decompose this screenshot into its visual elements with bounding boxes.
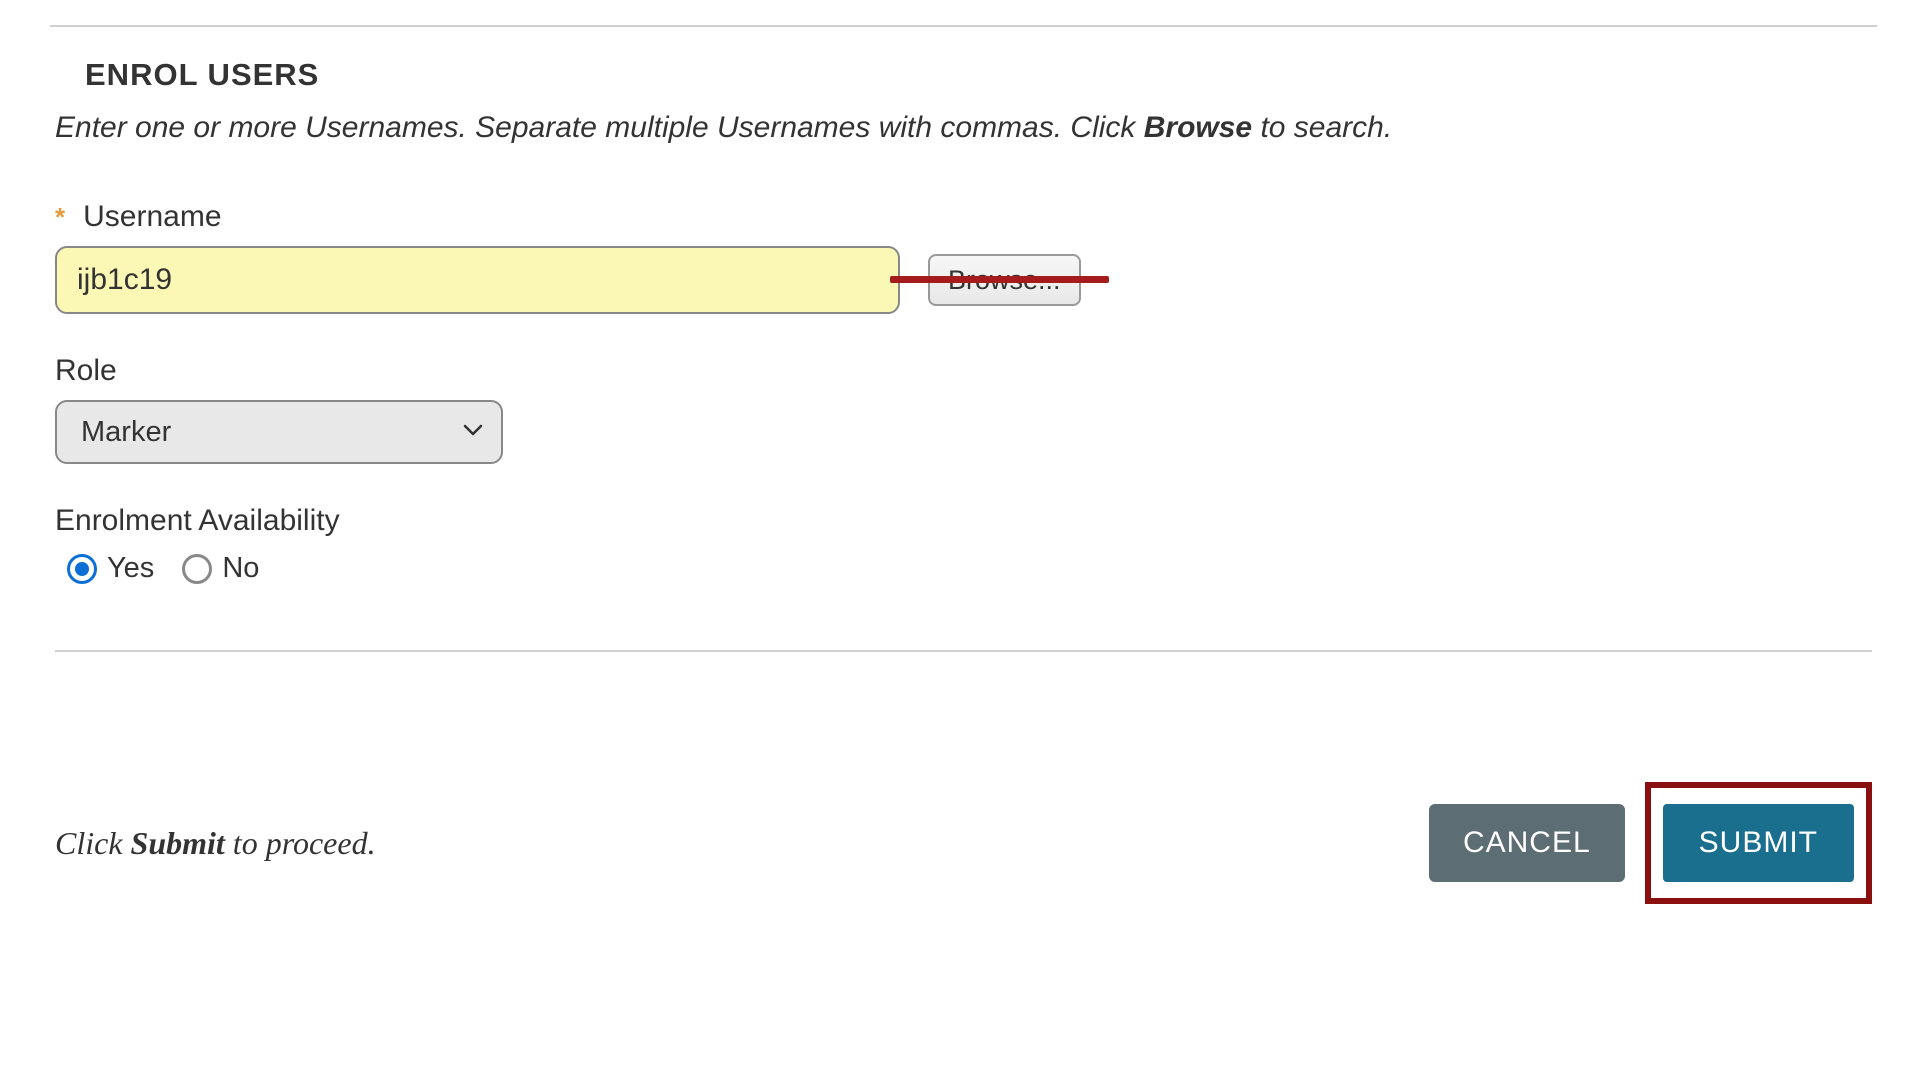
radio-no-label: No (222, 552, 259, 585)
footer-instruction: Click Submit to proceed. (55, 825, 376, 862)
bottom-divider (55, 650, 1872, 652)
role-field-group: Role Marker (55, 354, 1872, 464)
footer-instruction-post: to proceed. (225, 825, 376, 861)
username-input[interactable] (55, 246, 900, 314)
instructions-post: to search. (1252, 111, 1392, 144)
instructions-bold: Browse (1144, 111, 1252, 144)
radio-yes-label: Yes (107, 552, 154, 585)
enrolment-field-group: Enrolment Availability Yes No (55, 504, 1872, 585)
radio-option-yes[interactable]: Yes (67, 552, 154, 585)
role-label: Role (55, 354, 1872, 388)
radio-icon-unselected (182, 554, 212, 584)
footer-instruction-bold: Submit (131, 825, 225, 861)
submit-highlight-box: SUBMIT (1645, 782, 1872, 904)
radio-icon-selected (67, 554, 97, 584)
submit-button[interactable]: SUBMIT (1663, 804, 1854, 882)
instructions-text: Enter one or more Usernames. Separate mu… (55, 111, 1872, 145)
username-field-group: * Username Browse... (55, 200, 1872, 314)
page-title: ENROL USERS (85, 57, 1872, 93)
instructions-pre: Enter one or more Usernames. Separate mu… (55, 111, 1144, 144)
browse-button[interactable]: Browse... (928, 254, 1081, 306)
enrolment-label: Enrolment Availability (55, 504, 1872, 538)
cancel-button[interactable]: CANCEL (1429, 804, 1625, 882)
required-star-icon: * (55, 204, 65, 230)
role-select[interactable]: Marker (55, 400, 503, 464)
radio-option-no[interactable]: No (182, 552, 259, 585)
footer-instruction-pre: Click (55, 825, 131, 861)
username-label: Username (83, 200, 221, 234)
